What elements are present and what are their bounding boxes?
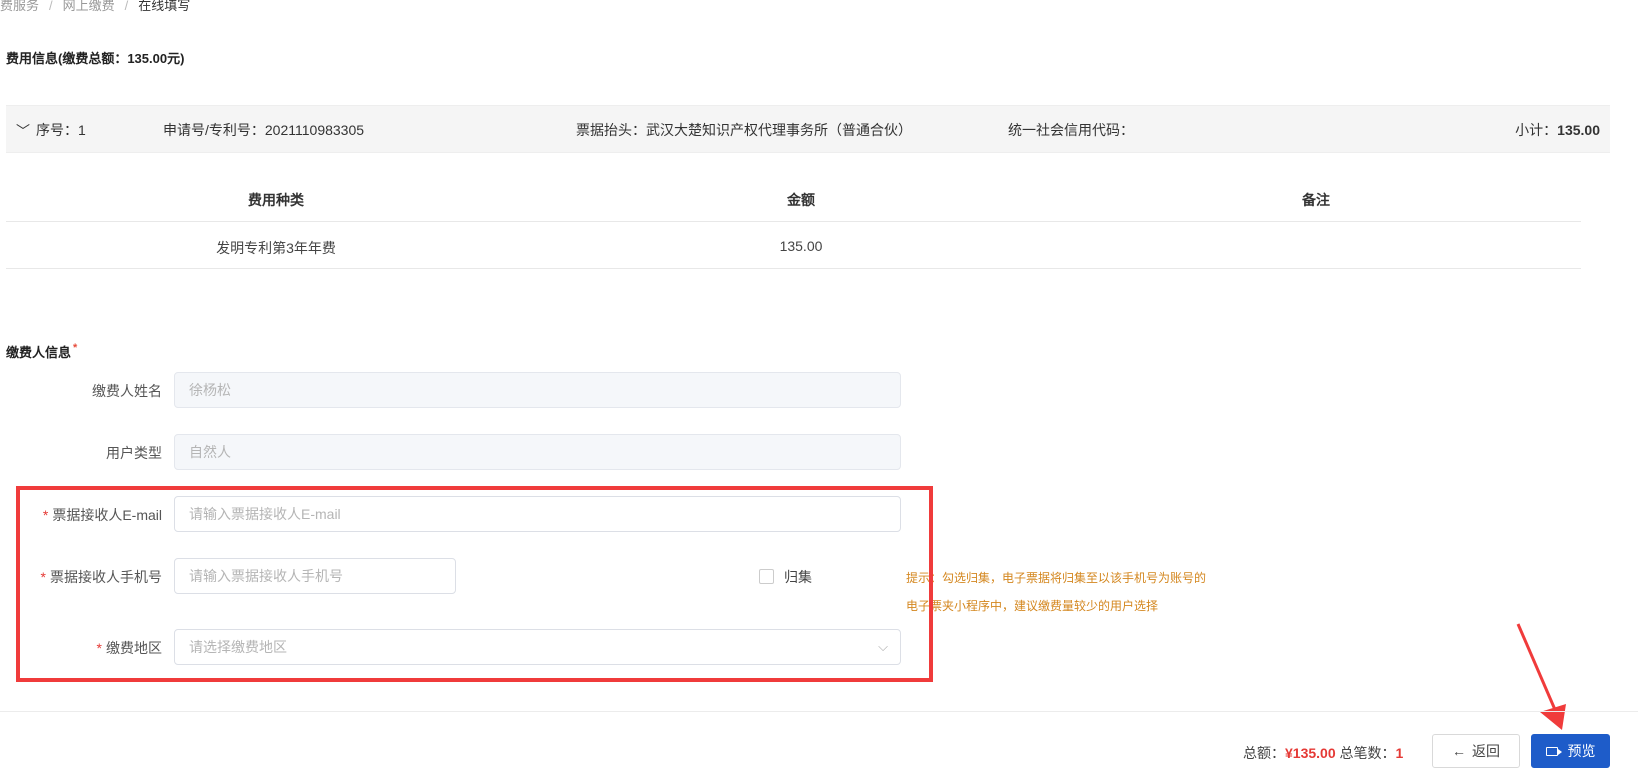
footer-totals: 总额：¥135.00 总笔数：1	[1243, 743, 1403, 763]
fee-summary-row[interactable]: ﹀ 序号：1 申请号/专利号：2021110983305 票据抬头：武汉大楚知识…	[6, 105, 1610, 153]
invoice-header: 票据抬头：武汉大楚知识产权代理事务所（普通合伙）	[576, 122, 912, 138]
table-header-amount: 金额	[787, 192, 815, 208]
breadcrumb-item-online-payment[interactable]: 网上缴费	[63, 0, 115, 13]
breadcrumb-item-current: 在线填写	[138, 0, 191, 13]
arrow-left-icon: ←	[1452, 743, 1466, 759]
user-type-label: 用户类型	[106, 445, 162, 461]
table-header-fee-type: 费用种类	[248, 192, 304, 208]
table-divider	[6, 221, 1581, 222]
subtotal-value: 135.00	[1557, 122, 1600, 138]
highlight-box	[16, 486, 933, 682]
collect-hint-line1: 提示：勾选归集，电子票据将归集至以该手机号为账号的	[906, 571, 1207, 585]
footer-divider	[0, 711, 1638, 712]
count-label: 总笔数：	[1339, 745, 1396, 761]
application-number: 申请号/专利号：2021110983305	[163, 122, 365, 138]
arrow-annotation-icon	[1516, 623, 1566, 730]
breadcrumb-item-service[interactable]: 费服务	[0, 0, 39, 13]
fee-info-title: 费用信息(缴费总额：135.00元)	[6, 51, 185, 66]
breadcrumb: 费服务 / 网上缴费 / 在线填写	[0, 0, 191, 13]
count-value: 1	[1395, 745, 1404, 761]
table-bottom-line	[6, 268, 1581, 269]
table-cell-fee-type: 发明专利第3年年费	[216, 240, 336, 256]
subtotal: 小计：135.00	[1515, 120, 1600, 140]
payer-name-label: 缴费人姓名	[92, 383, 162, 399]
user-type-input: 自然人	[174, 434, 901, 470]
total-value: ¥135.00	[1285, 745, 1336, 761]
table-header-remark: 备注	[1302, 192, 1330, 208]
seq-label: 序号：1	[36, 122, 86, 138]
total-label: 总额：	[1243, 745, 1285, 761]
preview-button[interactable]: 预览	[1531, 734, 1610, 768]
back-button[interactable]: ← 返回	[1432, 734, 1520, 768]
payer-info-title: 缴费人信息 *	[6, 342, 78, 360]
table-cell-amount: 135.00	[779, 238, 823, 254]
required-mark: *	[73, 342, 78, 354]
chevron-down-icon[interactable]: ﹀	[16, 121, 30, 141]
collect-hint-line2: 电子票夹小程序中，建议缴费量较少的用户选择	[906, 599, 1159, 613]
payer-name-input: 徐杨松	[174, 372, 901, 408]
subtotal-label: 小计：	[1515, 122, 1558, 138]
video-icon	[1545, 746, 1562, 756]
credit-code: 统一社会信用代码：	[1008, 122, 1134, 138]
